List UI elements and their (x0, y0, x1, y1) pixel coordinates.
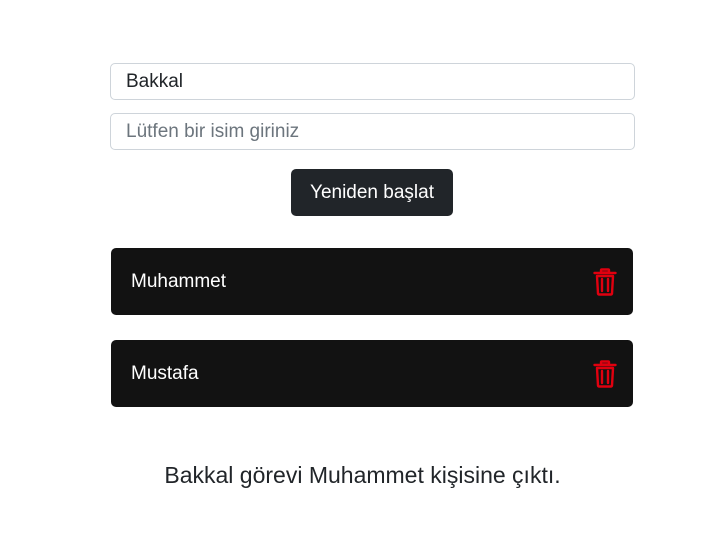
person-name: Muhammet (131, 270, 227, 292)
person-card: Mustafa (111, 340, 633, 407)
restart-button[interactable]: Yeniden başlat (291, 169, 453, 216)
task-input[interactable] (110, 63, 635, 100)
trash-icon[interactable] (593, 359, 617, 388)
person-card: Muhammet (111, 248, 633, 315)
result-message: Bakkal görevi Muhammet kişisine çıktı. (164, 462, 561, 488)
app-container: Yeniden başlat Muhammet Mustafa Bakka (0, 0, 725, 552)
name-input[interactable] (110, 113, 635, 150)
trash-icon[interactable] (593, 267, 617, 296)
person-name: Mustafa (131, 362, 199, 384)
